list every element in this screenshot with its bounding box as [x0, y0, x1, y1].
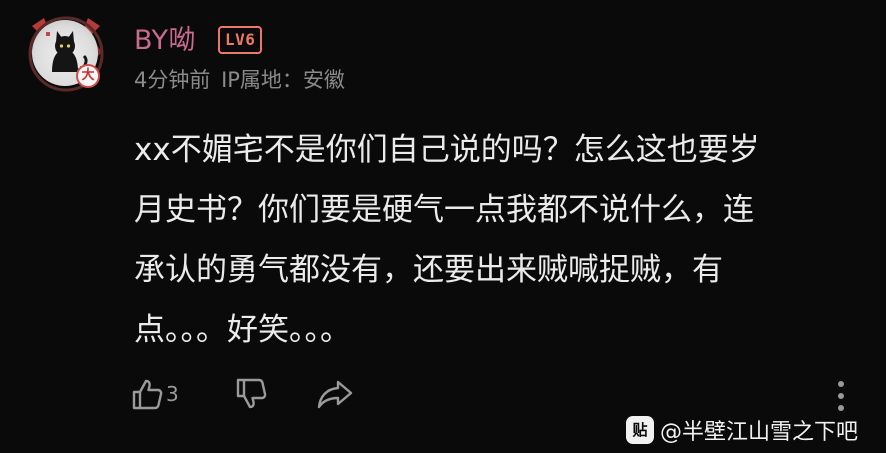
comment-line: 承认的勇气都没有，还要出来贼喊捉贼，有: [134, 252, 723, 288]
tieba-logo-icon: 贴: [626, 416, 654, 444]
share-arrow-icon: [317, 380, 353, 409]
dislike-button[interactable]: [234, 374, 268, 414]
ip-location: IP属地：安徽: [221, 68, 345, 92]
share-button[interactable]: [316, 374, 354, 414]
like-button[interactable]: 3: [130, 374, 179, 414]
thumbs-up-icon: [132, 379, 163, 410]
watermark-text: @半壁江山雪之下吧: [660, 420, 859, 445]
level-badge: LV6: [218, 26, 263, 54]
vertical-dots-icon: [838, 381, 844, 411]
thumbs-down-icon: [236, 378, 267, 409]
timestamp: 4分钟前: [134, 68, 211, 92]
comment-line: 点。。。好笑。。。: [134, 312, 351, 348]
more-options-button[interactable]: [830, 378, 852, 414]
watermark: 贴 @半壁江山雪之下吧: [626, 412, 858, 448]
username[interactable]: BY呦: [134, 18, 196, 57]
like-count: 3: [166, 382, 179, 406]
avatar[interactable]: 大: [26, 14, 106, 94]
comment-line: 月史书？你们要是硬气一点我都不说什么，连: [134, 192, 754, 228]
comment-meta: 4分钟前 IP属地：安徽: [134, 64, 349, 94]
avatar-badge: 大: [76, 64, 100, 88]
comment-text: xx不媚宅不是你们自己说的吗？怎么这也要岁 月史书？你们要是硬气一点我都不说什么…: [134, 120, 834, 360]
comment-line: xx不媚宅不是你们自己说的吗？怎么这也要岁: [134, 132, 760, 168]
